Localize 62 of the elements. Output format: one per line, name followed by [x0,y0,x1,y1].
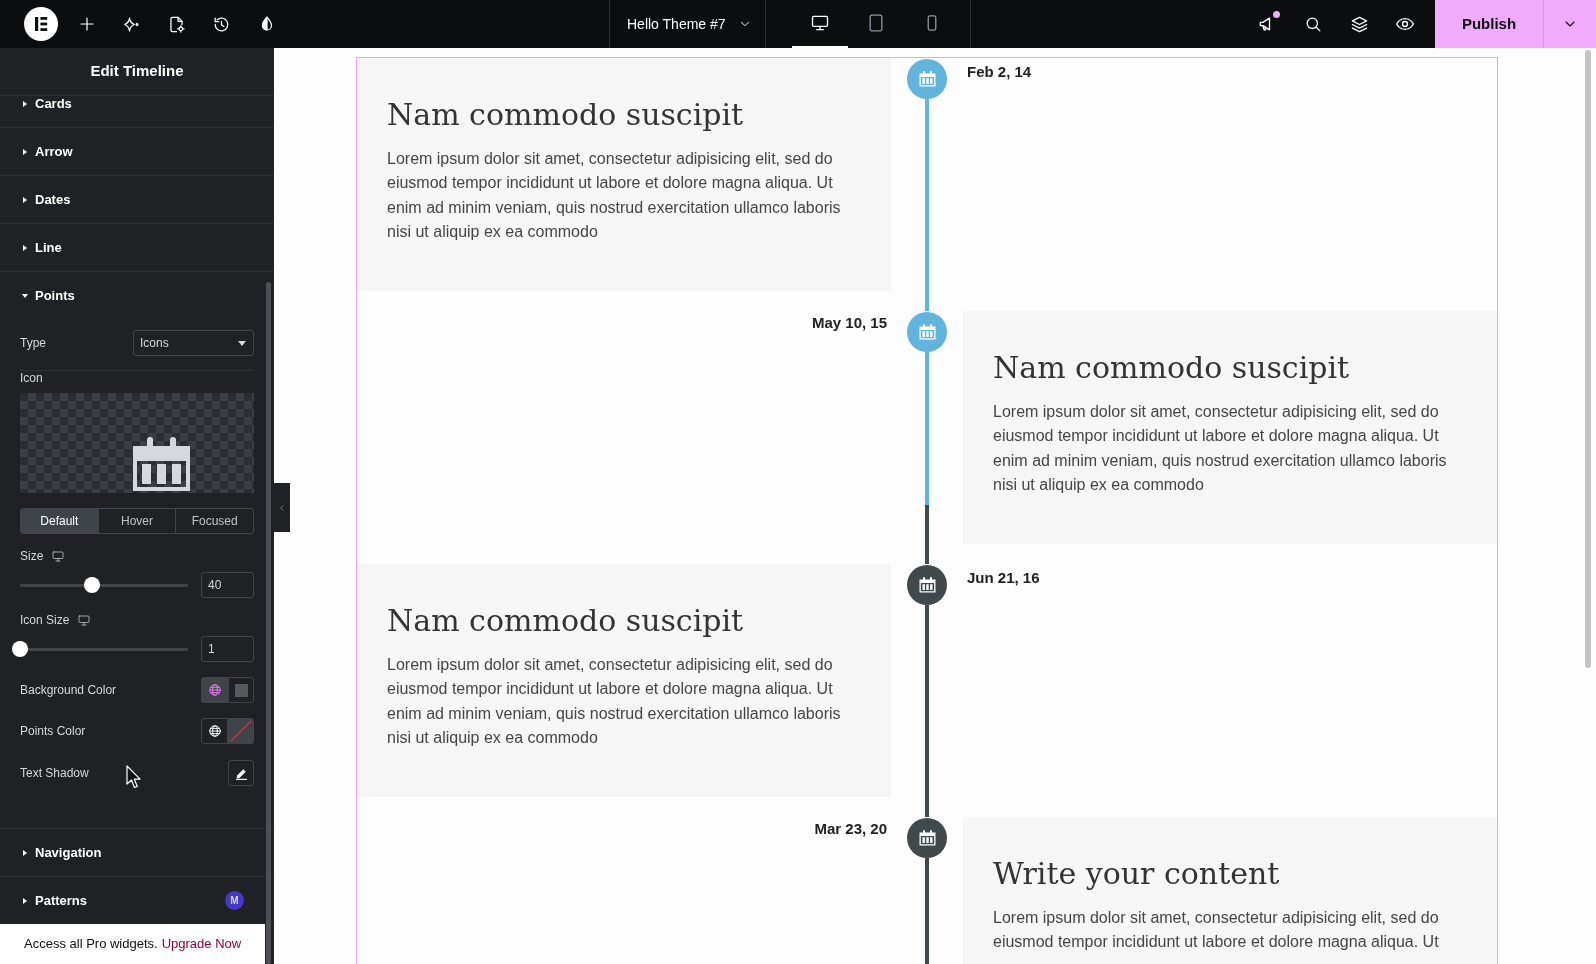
globe-icon [207,683,222,697]
number-input[interactable]: 40 [201,572,254,598]
control-label: Text Shadow [20,766,89,780]
slider-thumb[interactable] [84,577,101,593]
timeline-date: May 10, 15 [811,313,887,333]
global-color-button[interactable] [201,677,228,703]
plugin-badge: M [225,891,244,910]
promo-text: Access all Pro widgets. [24,935,158,954]
control-label: Size [20,549,44,563]
card-title: Write your content [993,855,1281,893]
card-text: Lorem ipsum dolor sit amet, consectetur adipisicing elit, sed do eiusmod tempor incididunt ut labore et dolore magna aliqua. Ut enim ad minim veniam, quis nostrud exercitation ullamco laboris nisi ut aliquip ex ea commodo [993,402,1448,496]
card-title: Nam commodo suscipit [387,96,745,134]
color-picker-button[interactable] [228,718,254,744]
color-picker-button[interactable] [228,677,254,703]
card-title: Nam commodo suscipit [993,349,1351,387]
timeline-date: Mar 23, 20 [814,819,887,839]
panel-title: Edit Timeline [90,61,184,82]
control-label: Background Color [20,683,117,697]
control-label: Type [20,336,46,350]
monitor-icon[interactable] [52,550,65,562]
state-tab[interactable]: Hover [97,509,176,533]
section-toggle[interactable]: Points [0,272,274,319]
canvas-scrollbar[interactable] [1585,50,1591,668]
card-text: Lorem ipsum dolor sit amet, consectetur adipisicing elit, sed do eiusmod tempor incididunt ut labore et dolore magna aliqua. Ut enim ad minim veniam, quis nostrud exercitation ullamco laboris nisi ut aliquip ex ea commodo [387,655,842,749]
timeline-date: Feb 2, 14 [967,63,1032,80]
section-toggle[interactable]: Arrow [0,128,274,175]
layers-icon[interactable] [1349,14,1369,34]
number-input[interactable]: 1 [201,636,254,662]
card-text: Lorem ipsum dolor sit amet, consectetur adipisicing elit, sed do eiusmod tempor incididunt ut labore et dolore magna aliqua. Ut enim ad minim veniam, quis nostrud exercitation ullamco laboris nisi ut aliquip ex ea commodo [387,149,842,243]
icon-preview[interactable] [20,393,254,493]
monitor-icon[interactable] [78,614,91,626]
no-color-icon [230,720,252,742]
state-tab[interactable]: Focused [175,509,253,533]
panel-scrollbar[interactable] [266,282,271,964]
caret-down-icon [238,340,246,346]
control-label: Points Color [20,724,86,738]
section-toggle[interactable]: Line [0,224,274,271]
section-toggle[interactable]: Cards [0,96,274,127]
dropdown-select[interactable]: Icons [133,330,254,356]
edit-button[interactable] [228,760,254,786]
globe-icon [207,724,222,738]
section-toggle[interactable]: Dates [0,176,274,223]
document-menu-button[interactable]: Hello Theme #7 [610,0,765,48]
document-gear-icon[interactable] [167,14,186,34]
section-toggle[interactable]: Patterns [0,877,225,924]
monitor-icon [810,13,830,33]
elementor-logo-icon[interactable] [24,7,58,41]
timeline-date: Jun 21, 16 [967,569,1040,586]
card-title: Nam commodo suscipit [387,602,745,640]
control-label: Icon Size [20,613,70,627]
pencil-icon [234,766,248,780]
chevron-left-icon [278,503,286,512]
control-label: Icon [20,371,44,385]
global-color-button[interactable] [201,718,228,744]
section-toggle[interactable]: Navigation [0,829,274,876]
calendar-icon [133,437,190,491]
mouse-cursor-icon [126,765,141,789]
state-tab[interactable]: Default [21,509,98,533]
slider-thumb[interactable] [12,641,28,657]
publish-button[interactable]: Publish [1435,0,1543,48]
card-text: Lorem ipsum dolor sit amet, consectetur adipisicing elit, sed do eiusmod tempor incididunt ut labore et dolore magna aliqua. Ut [993,908,1440,953]
upgrade-link[interactable]: Upgrade Now [161,934,242,954]
